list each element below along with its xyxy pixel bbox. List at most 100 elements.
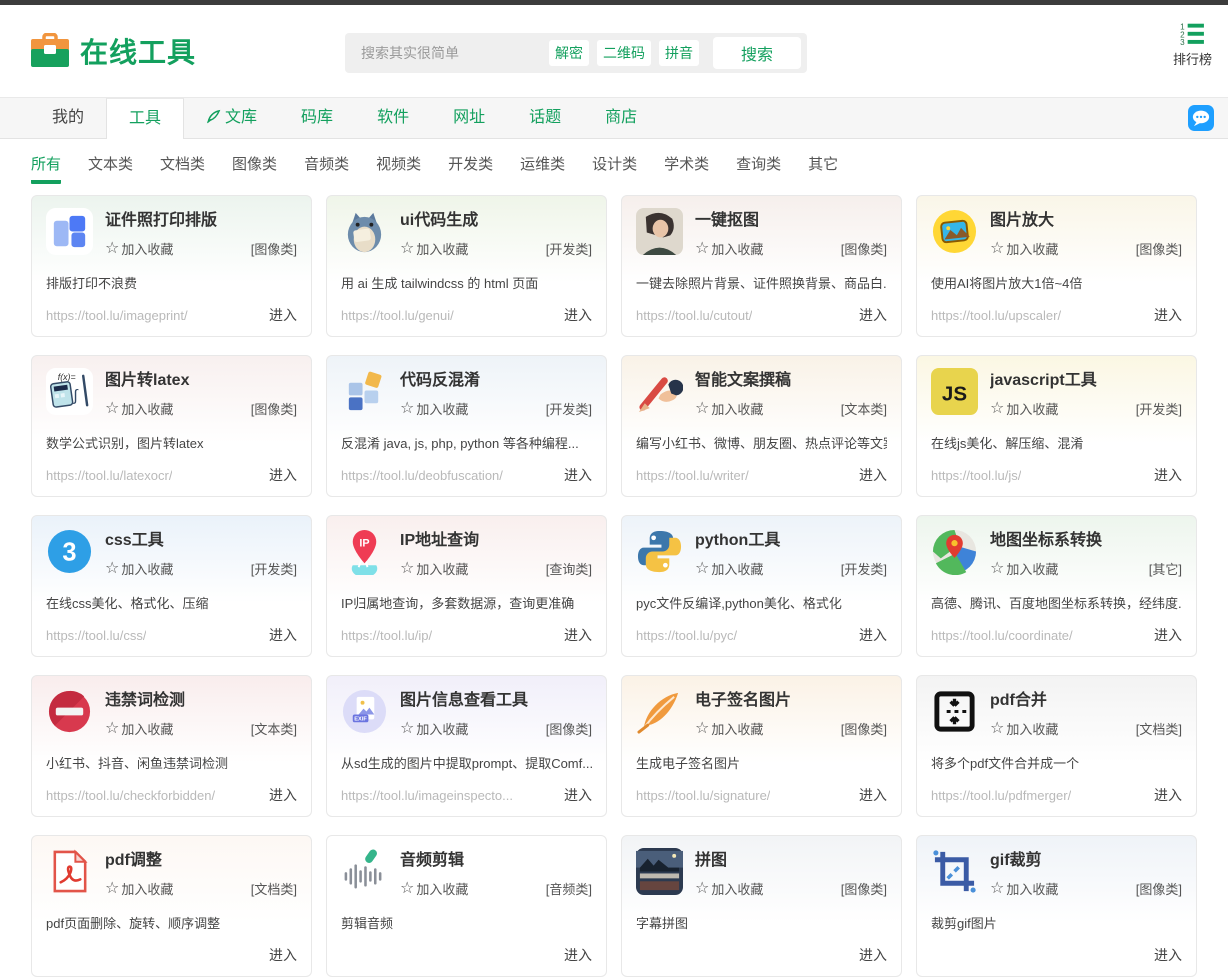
enter-link[interactable]: 进入 — [859, 785, 887, 805]
nav-tab[interactable]: 文库 — [184, 98, 279, 138]
enter-link[interactable]: 进入 — [859, 305, 887, 325]
tool-description: 用 ai 生成 tailwindcss 的 html 页面 — [341, 273, 592, 292]
enter-link[interactable]: 进入 — [564, 625, 592, 645]
enter-link[interactable]: 进入 — [1154, 785, 1182, 805]
enter-link[interactable]: 进入 — [564, 305, 592, 325]
add-favorite-button[interactable]: ☆加入收藏 — [400, 559, 468, 578]
search-input[interactable] — [359, 44, 549, 62]
enter-link[interactable]: 进入 — [1154, 305, 1182, 325]
tool-card[interactable]: EXIF 图片信息查看工具 ☆加入收藏 [图像类] 从sd生成的图片中提取pro… — [326, 675, 607, 817]
favorite-label: 加入收藏 — [121, 399, 173, 418]
enter-link[interactable]: 进入 — [859, 465, 887, 485]
add-favorite-button[interactable]: ☆加入收藏 — [990, 399, 1058, 418]
add-favorite-button[interactable]: ☆加入收藏 — [105, 239, 173, 258]
tool-card[interactable]: 图片放大 ☆加入收藏 [图像类] 使用AI将图片放大1倍~4倍 https://… — [916, 195, 1197, 337]
svg-text:EXIF: EXIF — [354, 717, 367, 723]
quill-icon — [206, 109, 225, 126]
tool-card[interactable]: 3 css工具 ☆加入收藏 [开发类] 在线css美化、格式化、压缩 https… — [31, 515, 312, 657]
nav-tab[interactable]: 话题 — [507, 98, 583, 138]
tool-card[interactable]: 地图坐标系转换 ☆加入收藏 [其它] 高德、腾讯、百度地图坐标系转换，经纬度..… — [916, 515, 1197, 657]
tool-card[interactable]: python工具 ☆加入收藏 [开发类] pyc文件反编译,python美化、格… — [621, 515, 902, 657]
enter-link[interactable]: 进入 — [1154, 465, 1182, 485]
add-favorite-button[interactable]: ☆加入收藏 — [695, 239, 763, 258]
tool-card[interactable]: 拼图 ☆加入收藏 [图像类] 字幕拼图 进入 — [621, 835, 902, 977]
favorite-label: 加入收藏 — [416, 399, 468, 418]
add-favorite-button[interactable]: ☆加入收藏 — [400, 879, 468, 898]
add-favorite-button[interactable]: ☆加入收藏 — [990, 559, 1058, 578]
tool-card[interactable]: ui代码生成 ☆加入收藏 [开发类] 用 ai 生成 tailwindcss 的… — [326, 195, 607, 337]
tool-card[interactable]: 音频剪辑 ☆加入收藏 [音频类] 剪辑音频 进入 — [326, 835, 607, 977]
category-filter[interactable]: 开发类 — [448, 153, 493, 180]
add-favorite-button[interactable]: ☆加入收藏 — [695, 559, 763, 578]
site-logo[interactable]: 在线工具 — [30, 31, 196, 71]
add-favorite-button[interactable]: ☆加入收藏 — [400, 719, 468, 738]
tool-card[interactable]: pdf调整 ☆加入收藏 [文档类] pdf页面删除、旋转、顺序调整 进入 — [31, 835, 312, 977]
enter-link[interactable]: 进入 — [1154, 945, 1182, 965]
enter-link[interactable]: 进入 — [564, 945, 592, 965]
category-filter[interactable]: 查询类 — [736, 153, 781, 180]
category-filter[interactable]: 图像类 — [232, 153, 277, 180]
ranking-button[interactable]: 1 2 3 排行榜 — [1173, 21, 1212, 68]
category-filter[interactable]: 学术类 — [664, 153, 709, 180]
tool-card[interactable]: 电子签名图片 ☆加入收藏 [图像类] 生成电子签名图片 https://tool… — [621, 675, 902, 817]
tool-card[interactable]: 证件照打印排版 ☆加入收藏 [图像类] 排版打印不浪费 https://tool… — [31, 195, 312, 337]
tool-card[interactable]: 一键抠图 ☆加入收藏 [图像类] 一键去除照片背景、证件照换背景、商品白... … — [621, 195, 902, 337]
favorite-label: 加入收藏 — [1006, 879, 1058, 898]
add-favorite-button[interactable]: ☆加入收藏 — [105, 399, 173, 418]
category-filter[interactable]: 其它 — [808, 153, 838, 180]
add-favorite-button[interactable]: ☆加入收藏 — [695, 719, 763, 738]
category-filter[interactable]: 设计类 — [592, 153, 637, 180]
nav-tab[interactable]: 商店 — [583, 98, 659, 138]
enter-link[interactable]: 进入 — [564, 785, 592, 805]
tool-url: https://tool.lu/cutout/ — [636, 308, 752, 323]
enter-link[interactable]: 进入 — [269, 305, 297, 325]
tool-description: 从sd生成的图片中提取prompt、提取Comf... — [341, 753, 592, 772]
search-button[interactable]: 搜索 — [713, 37, 801, 69]
nav-tab[interactable]: 码库 — [279, 98, 355, 138]
star-icon: ☆ — [695, 881, 709, 897]
category-filter[interactable]: 文档类 — [160, 153, 205, 180]
card-head: 3 css工具 ☆加入收藏 [开发类] — [46, 528, 297, 578]
enter-link[interactable]: 进入 — [269, 945, 297, 965]
enter-link[interactable]: 进入 — [859, 625, 887, 645]
tool-card[interactable]: JS javascript工具 ☆加入收藏 [开发类] 在线js美化、解压缩、混… — [916, 355, 1197, 497]
add-favorite-button[interactable]: ☆加入收藏 — [400, 239, 468, 258]
category-filter[interactable]: 视频类 — [376, 153, 421, 180]
enter-link[interactable]: 进入 — [564, 465, 592, 485]
nav-tab[interactable]: 工具 — [106, 98, 184, 139]
add-favorite-button[interactable]: ☆加入收藏 — [105, 719, 173, 738]
tool-card[interactable]: IP IP地址查询 ☆加入收藏 [查询类] IP归属地查询，多套数据源，查询更准… — [326, 515, 607, 657]
add-favorite-button[interactable]: ☆加入收藏 — [990, 719, 1058, 738]
add-favorite-button[interactable]: ☆加入收藏 — [105, 879, 173, 898]
tool-card[interactable]: gif裁剪 ☆加入收藏 [图像类] 裁剪gif图片 进入 — [916, 835, 1197, 977]
nav-tab[interactable]: 网址 — [431, 98, 507, 138]
tool-category-tag: [查询类] — [546, 559, 592, 578]
enter-link[interactable]: 进入 — [269, 625, 297, 645]
enter-link[interactable]: 进入 — [269, 465, 297, 485]
tool-card[interactable]: 智能文案撰稿 ☆加入收藏 [文本类] 编写小红书、微博、朋友圈、热点评论等文案 … — [621, 355, 902, 497]
enter-link[interactable]: 进入 — [269, 785, 297, 805]
add-favorite-button[interactable]: ☆加入收藏 — [400, 399, 468, 418]
category-filter[interactable]: 文本类 — [88, 153, 133, 180]
nav-tab[interactable]: 我的 — [30, 98, 106, 138]
tool-card[interactable]: f(x)=∫ 图片转latex ☆加入收藏 [图像类] 数学公式识别，图片转la… — [31, 355, 312, 497]
add-favorite-button[interactable]: ☆加入收藏 — [695, 879, 763, 898]
add-favorite-button[interactable]: ☆加入收藏 — [105, 559, 173, 578]
category-filter[interactable]: 音频类 — [304, 153, 349, 180]
add-favorite-button[interactable]: ☆加入收藏 — [990, 879, 1058, 898]
tool-card[interactable]: 代码反混淆 ☆加入收藏 [开发类] 反混淆 java, js, php, pyt… — [326, 355, 607, 497]
tool-card[interactable]: pdf合并 ☆加入收藏 [文档类] 将多个pdf文件合并成一个 https://… — [916, 675, 1197, 817]
search-tag[interactable]: 拼音 — [659, 40, 699, 66]
category-filter[interactable]: 所有 — [31, 153, 61, 184]
enter-link[interactable]: 进入 — [859, 945, 887, 965]
tool-description: IP归属地查询，多套数据源，查询更准确 — [341, 593, 592, 612]
chat-bubble-icon[interactable] — [1188, 105, 1214, 131]
enter-link[interactable]: 进入 — [1154, 625, 1182, 645]
search-tag[interactable]: 二维码 — [597, 40, 651, 66]
add-favorite-button[interactable]: ☆加入收藏 — [695, 399, 763, 418]
search-tag[interactable]: 解密 — [549, 40, 589, 66]
tool-card[interactable]: 违禁词检测 ☆加入收藏 [文本类] 小红书、抖音、闲鱼违禁词检测 https:/… — [31, 675, 312, 817]
add-favorite-button[interactable]: ☆加入收藏 — [990, 239, 1058, 258]
nav-tab[interactable]: 软件 — [355, 98, 431, 138]
category-filter[interactable]: 运维类 — [520, 153, 565, 180]
